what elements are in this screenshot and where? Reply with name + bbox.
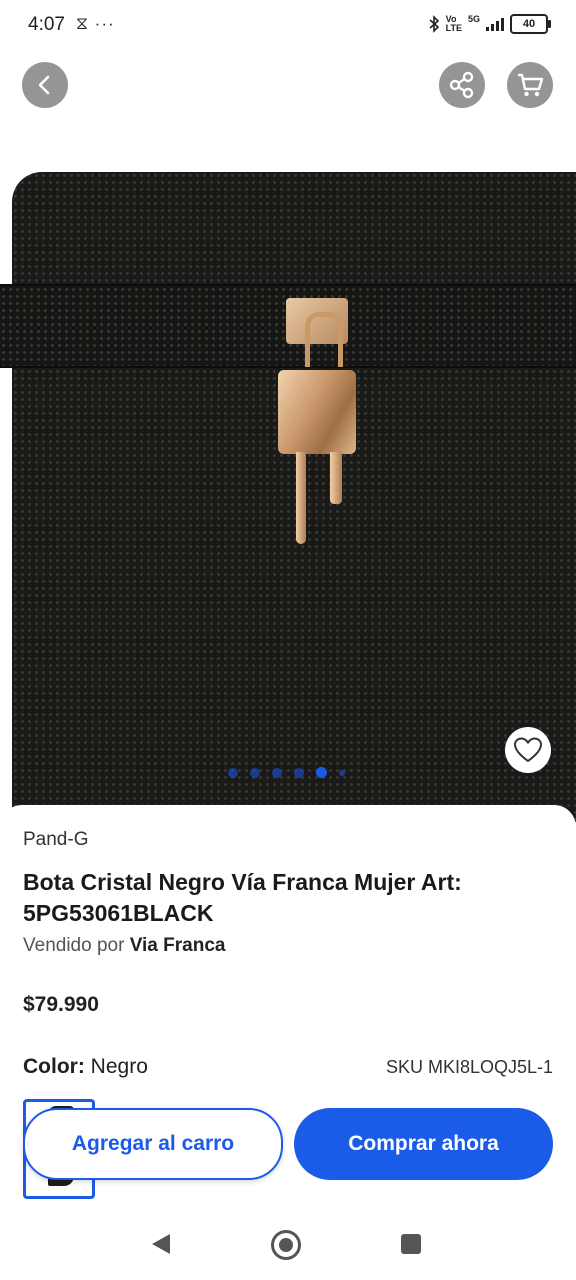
cart-icon [518, 73, 544, 97]
color-selector-label: Color: Negro [23, 1055, 148, 1079]
product-image-carousel[interactable] [0, 52, 576, 822]
seller-name[interactable]: Via Franca [130, 935, 226, 956]
seller-info: Vendido por Via Franca [23, 935, 225, 957]
sku-code: SKU MKI8LOQJ5L-1 [385, 1057, 553, 1077]
notification-icons: ⧖ ··· [76, 14, 115, 33]
lock-pin [296, 452, 306, 544]
lock-shackle [305, 312, 343, 367]
system-nav-bar [0, 1210, 576, 1280]
color-label: Color: [23, 1055, 85, 1078]
battery-icon: 40 [510, 14, 551, 34]
carousel-dot-active[interactable] [316, 767, 327, 778]
status-time: 4:07 [28, 14, 65, 35]
volte-label: Vo LTE [446, 15, 462, 33]
nav-back-icon[interactable] [150, 1232, 172, 1256]
signal-icon [486, 17, 504, 31]
share-icon [449, 71, 474, 99]
product-price: $79.990 [23, 993, 99, 1016]
carousel-dot[interactable] [272, 767, 282, 778]
share-button[interactable] [439, 62, 485, 108]
volte-lte: LTE [445, 23, 462, 33]
network-5g: 5G [467, 14, 480, 24]
status-right-icons: Vo LTE 5G 40 [428, 14, 551, 34]
carousel-indicator [228, 767, 345, 778]
favorite-button[interactable] [505, 727, 551, 773]
carousel-dot[interactable] [339, 769, 345, 776]
lock-pin [330, 452, 342, 504]
add-to-cart-button[interactable]: Agregar al carro [23, 1108, 283, 1180]
carousel-dot[interactable] [250, 767, 260, 778]
seller-prefix: Vendido por [23, 935, 125, 956]
buy-now-button[interactable]: Comprar ahora [294, 1108, 553, 1180]
product-title: Bota Cristal Negro Vía Franca Mujer Art:… [23, 869, 462, 926]
heart-icon [513, 737, 543, 763]
nav-home-icon[interactable] [271, 1230, 301, 1260]
color-value: Negro [90, 1055, 148, 1078]
back-button[interactable] [22, 62, 68, 108]
brand-name[interactable]: Pand-G [23, 829, 88, 851]
cart-button[interactable] [507, 62, 553, 108]
padlock [278, 370, 356, 454]
product-image [12, 172, 576, 822]
bluetooth-icon [429, 15, 439, 33]
carousel-dot[interactable] [228, 767, 238, 778]
carousel-dot[interactable] [294, 767, 304, 778]
status-bar: 4:07 ⧖ ··· Vo LTE 5G 40 [0, 0, 576, 52]
chevron-left-icon [38, 75, 50, 95]
product-info-sheet: Pand-G Bota Cristal Negro Vía Franca Muj… [0, 805, 576, 1280]
nav-recents-icon[interactable] [401, 1234, 421, 1254]
